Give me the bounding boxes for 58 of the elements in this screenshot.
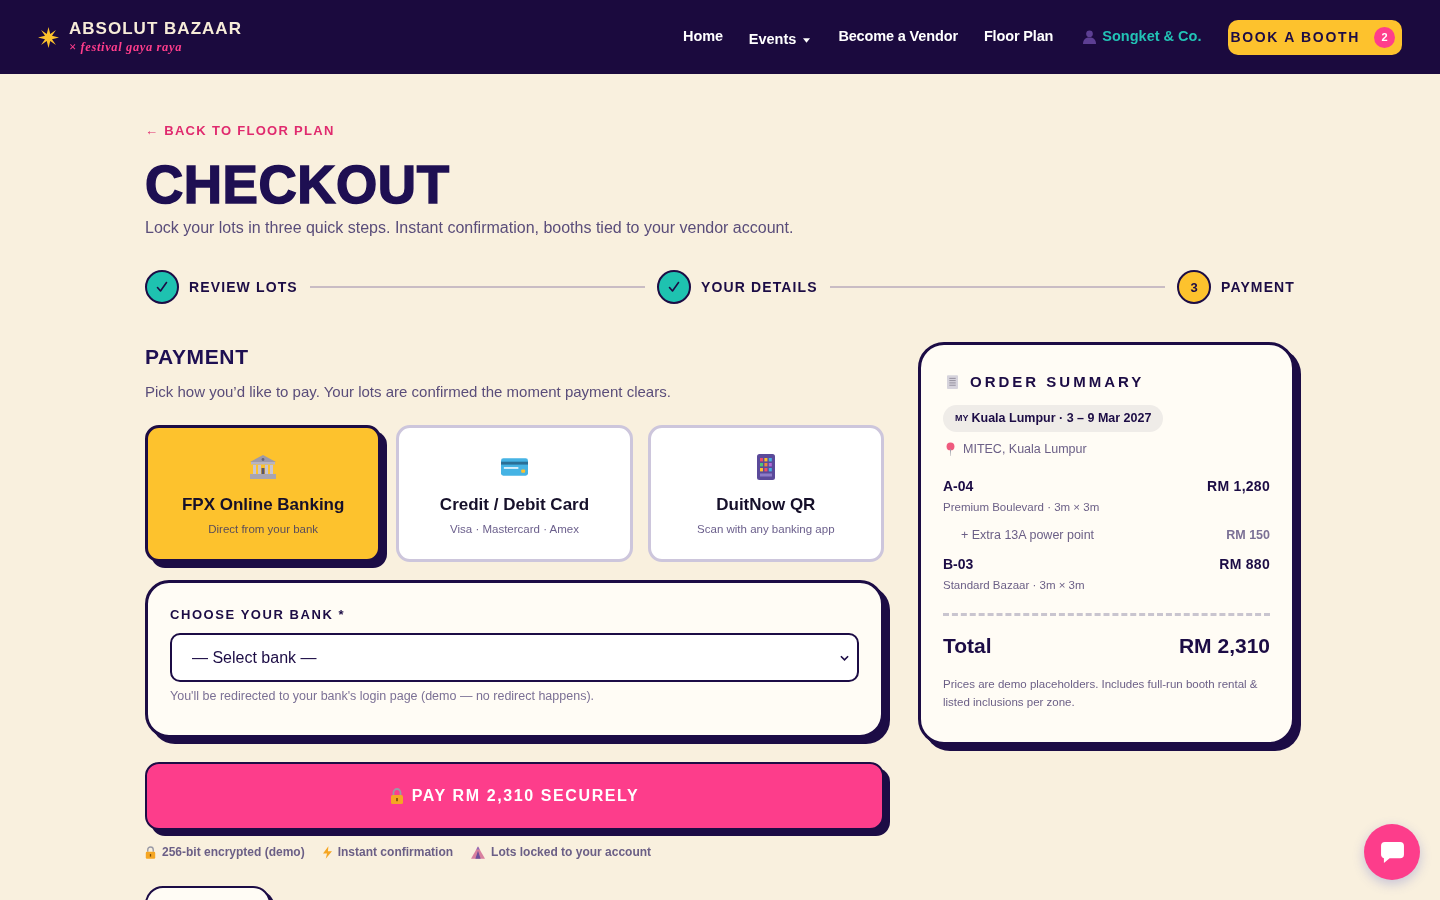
- nav-link[interactable]: Home: [683, 26, 723, 48]
- chat-button[interactable]: [1364, 824, 1420, 880]
- assurance-text: Lots locked to your account: [491, 844, 652, 860]
- lot-code: B-03: [943, 555, 974, 573]
- assurance-text: Instant confirmation: [337, 844, 454, 860]
- bank-building-icon: [250, 455, 277, 479]
- map-pin-icon: [946, 442, 955, 456]
- caret-icon: [803, 38, 811, 43]
- page-title: CHECKOUT: [145, 157, 451, 213]
- assurance-text: 256-bit encrypted (demo): [162, 844, 305, 860]
- brand-tagline: × festival gaya raya: [69, 39, 183, 55]
- step-label: YOUR DETAILS: [701, 277, 818, 297]
- lot-price: RM 1,280: [1207, 477, 1270, 495]
- padlock-icon: [145, 845, 156, 859]
- credit-card-icon: [501, 458, 528, 476]
- field-label: CHOOSE YOUR BANK *: [170, 607, 347, 623]
- nav-link[interactable]: Become a Vendor: [838, 26, 958, 48]
- section-heading: PAYMENT: [145, 344, 250, 370]
- book-booth-button[interactable]: BOOK A BOOTH 2: [1228, 19, 1402, 55]
- receipt-icon: [947, 375, 958, 389]
- summary-title: ORDER SUMMARY: [970, 372, 1145, 392]
- flag-code: MY: [955, 411, 969, 425]
- back-link[interactable]: ← BACK TO FLOOR PLAN: [145, 124, 335, 138]
- addon-price: RM 150: [1226, 527, 1270, 543]
- bank-select[interactable]: — Select bank —: [170, 633, 859, 682]
- chat-icon: [1380, 841, 1404, 863]
- lot-price: RM 880: [1219, 555, 1270, 573]
- event-label: Kuala Lumpur · 3 – 9 Mar 2027: [971, 410, 1152, 428]
- intro-text: Lock your lots in three quick steps. Instant confirmation, booths tied to your vendor account.: [145, 218, 795, 238]
- venue-text: MITEC, Kuala Lumpur: [963, 441, 1087, 457]
- tent-icon: [471, 845, 486, 859]
- lot-detail: Standard Bazaar · 3m × 3m: [943, 578, 1086, 593]
- payment-method-card[interactable]: Credit / Debit Card Visa · Mastercard · Amex: [396, 425, 633, 562]
- step-number: 3: [1190, 280, 1198, 294]
- lightning-icon: [322, 845, 332, 859]
- lot-code: A-04: [943, 477, 974, 495]
- section-description: Pick how you’d like to pay. Your lots are confirmed the moment payment clears.: [145, 382, 672, 402]
- star-icon: [38, 26, 59, 48]
- padlock-icon: [389, 788, 404, 804]
- payment-method-card[interactable]: DuitNow QR Scan with any banking app: [647, 425, 884, 562]
- step-label: REVIEW LOTS: [189, 277, 298, 297]
- lot-detail: Premium Boulevard · 3m × 3m: [943, 500, 1101, 515]
- user-icon: [1083, 30, 1097, 44]
- nav-link[interactable]: Floor Plan: [983, 26, 1054, 48]
- count-badge: 2: [1374, 26, 1395, 48]
- account-link[interactable]: Songket & Co.: [1083, 26, 1202, 48]
- chevron-down-icon: [840, 654, 849, 661]
- pricing-note: Prices are demo placeholders. Includes full-run booth rental & listed inclusions per zone.: [943, 677, 1259, 710]
- total-label: Total: [943, 633, 992, 659]
- nav-dropdown[interactable]: Events: [748, 28, 811, 51]
- step-label: PAYMENT: [1221, 277, 1295, 297]
- brand-name[interactable]: ABSOLUT BAZAAR: [69, 19, 242, 39]
- addon-label: + Extra 13A power point: [961, 527, 1095, 543]
- check-icon: [156, 281, 168, 293]
- keypad-device-icon: [756, 454, 775, 480]
- field-hint: You'll be redirected to your bank's login page (demo — no redirect happens).: [170, 688, 595, 704]
- check-icon: [668, 281, 681, 293]
- total-amount: RM 2,310: [1178, 633, 1270, 659]
